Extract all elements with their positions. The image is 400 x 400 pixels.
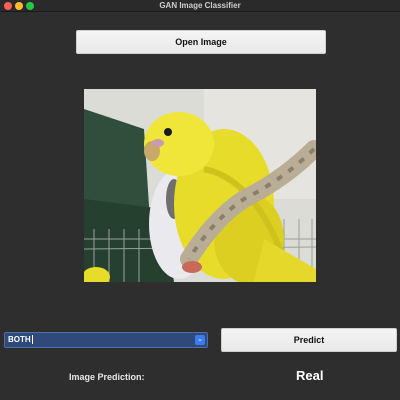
prediction-value: Real (296, 368, 324, 383)
budgie-photo (84, 89, 316, 282)
image-preview (84, 89, 316, 282)
predict-button[interactable]: Predict (221, 328, 397, 352)
model-select-value[interactable]: BOTH (8, 333, 33, 347)
chevron-updown-icon[interactable]: ⌄ (195, 335, 205, 345)
model-select[interactable]: BOTH ⌄ (4, 332, 208, 348)
title-bar: GAN Image Classifier (0, 0, 400, 12)
prediction-label: Image Prediction: (69, 372, 145, 382)
app-window: GAN Image Classifier Open Image BOTH ⌄ P… (0, 0, 400, 400)
window-title: GAN Image Classifier (159, 1, 241, 10)
open-image-button[interactable]: Open Image (76, 30, 326, 54)
